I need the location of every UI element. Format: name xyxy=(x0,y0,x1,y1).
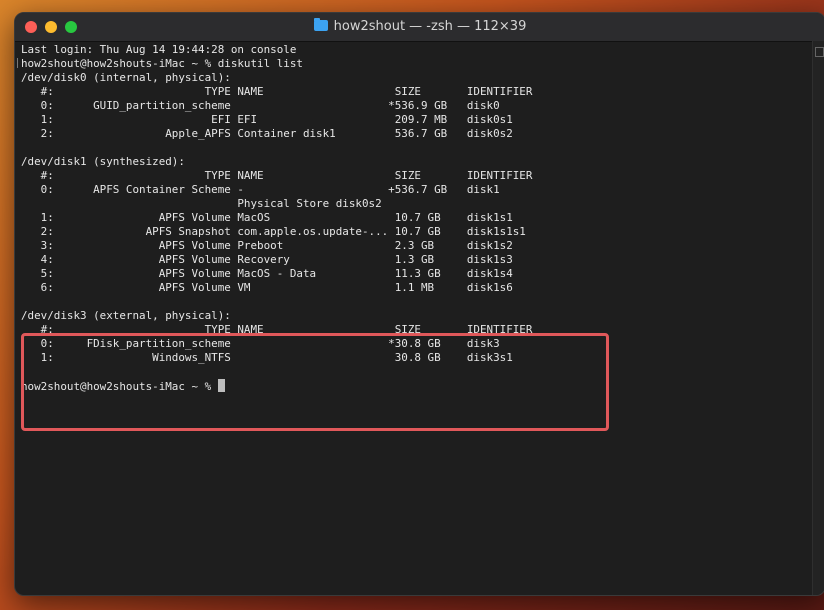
scroll-marker-icon xyxy=(815,47,824,57)
window-title-container: how2shout — -zsh — 112×39 xyxy=(15,18,824,35)
terminal-line: 4: APFS Volume Recovery 1.3 GB disk1s3 xyxy=(21,253,513,266)
terminal-line: 3: APFS Volume Preboot 2.3 GB disk1s2 xyxy=(21,239,513,252)
terminal-line: 2: APFS Snapshot com.apple.os.update-...… xyxy=(21,225,526,238)
terminal-line: /dev/disk0 (internal, physical): xyxy=(21,71,231,84)
terminal-line: Last login: Thu Aug 14 19:44:28 on conso… xyxy=(21,43,297,56)
folder-icon xyxy=(313,18,328,31)
terminal-line: 6: APFS Volume VM 1.1 MB disk1s6 xyxy=(21,281,513,294)
terminal-line: 2: Apple_APFS Container disk1 536.7 GB d… xyxy=(21,127,513,140)
terminal-window: how2shout — -zsh — 112×39 Last login: Th… xyxy=(14,12,824,596)
terminal-line: 5: APFS Volume MacOS - Data 11.3 GB disk… xyxy=(21,267,513,280)
terminal-line: #: TYPE NAME SIZE IDENTIFIER xyxy=(21,169,533,182)
terminal-line: 1: APFS Volume MacOS 10.7 GB disk1s1 xyxy=(21,211,513,224)
terminal-line: 0: APFS Container Scheme - +536.7 GB dis… xyxy=(21,183,500,196)
title-bar[interactable]: how2shout — -zsh — 112×39 xyxy=(15,13,824,42)
terminal-line: how2shout@how2shouts-iMac ~ % diskutil l… xyxy=(21,57,303,70)
terminal-line: /dev/disk3 (external, physical): xyxy=(21,309,231,322)
terminal-line: /dev/disk1 (synthesized): xyxy=(21,155,185,168)
terminal-line: 0: GUID_partition_scheme *536.9 GB disk0 xyxy=(21,99,500,112)
terminal-line: Physical Store disk0s2 xyxy=(21,197,382,210)
terminal-output[interactable]: Last login: Thu Aug 14 19:44:28 on conso… xyxy=(21,43,811,595)
window-title: how2shout — -zsh — 112×39 xyxy=(333,19,527,34)
mark-bracket xyxy=(17,58,20,68)
disk3-highlight-box xyxy=(21,333,609,431)
terminal-line: 1: EFI EFI 209.7 MB disk0s1 xyxy=(21,113,513,126)
scrollbar[interactable] xyxy=(812,41,824,595)
terminal-line: #: TYPE NAME SIZE IDENTIFIER xyxy=(21,85,533,98)
